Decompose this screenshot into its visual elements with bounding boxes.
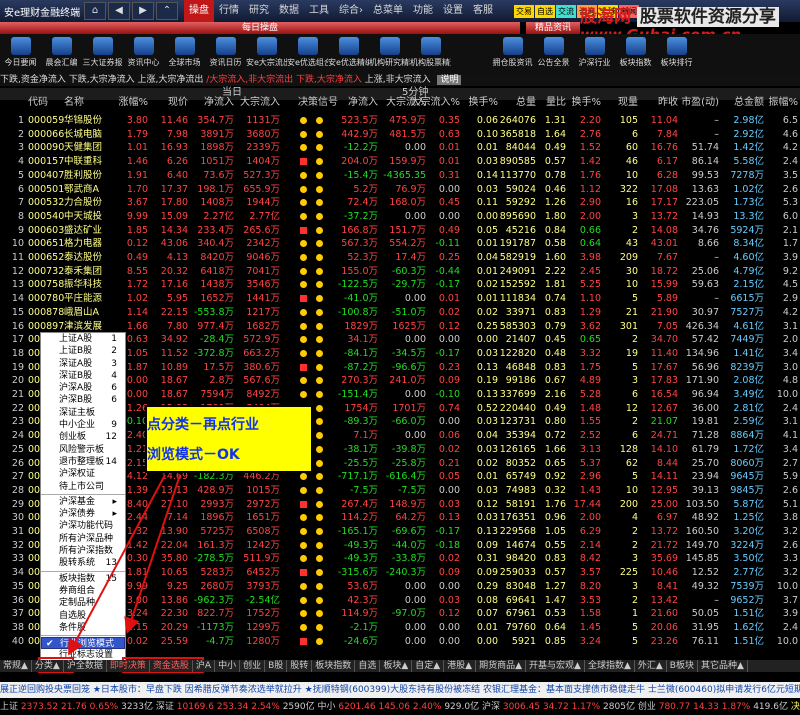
bottom-tab-2[interactable]: 沪全数据 [64, 660, 107, 672]
bottom-tab-0[interactable]: 常规▲ [0, 660, 32, 672]
bottom-tab-20[interactable]: 其它品种▲ [698, 660, 748, 672]
bottom-tab-14[interactable]: 港股▲ [444, 660, 477, 672]
bottom-tab-13[interactable]: 自定▲ [412, 660, 445, 672]
bottom-tab-17[interactable]: 全球指数▲ [585, 660, 635, 672]
bottom-tab-7[interactable]: 创业 [240, 660, 266, 672]
annotation-arrows [68, 474, 181, 656]
bottom-tab-11[interactable]: 自选 [355, 660, 381, 672]
bottom-tab-bar: 常规▲ 分类▲ 沪全数据 即时决策 资金选股 沪A 中小 创业 B股 股转 板块指数 自选 板块▲ 自定▲… [0, 660, 800, 672]
news-ticker[interactable]: 展正逆回购投央票回笼 ★日本股市：早盘下跌 因希腊反弹节奏浓选举就拉升 ★抚顺特… [0, 682, 800, 698]
bottom-tab-10[interactable]: 板块指数 [312, 660, 356, 672]
bottom-tab-4[interactable]: 资金选股 [150, 660, 193, 672]
bottom-tab-8[interactable]: B股 [265, 660, 288, 672]
bottom-tab-15[interactable]: 期货商品▲ [476, 660, 527, 672]
bottom-tab-6[interactable]: 中小 [215, 660, 241, 672]
bottom-tab-3[interactable]: 即时决策 [107, 660, 150, 672]
bottom-tab-12[interactable]: 板块▲ [380, 660, 413, 672]
bottom-tab-5[interactable]: 沪A [193, 660, 216, 672]
bottom-tab-18[interactable]: 外汇▲ [635, 660, 667, 672]
index-status-bar: 上证 2373.52 21.76 0.65% 3233亿 深证 10169.6 … [0, 699, 800, 715]
arrow-to-industry-mode [124, 474, 181, 634]
bottom-tab-1[interactable]: 分类▲ [32, 660, 64, 672]
bottom-tab-16[interactable]: 开基与宏观▲ [526, 660, 585, 672]
bottom-tab-19[interactable]: B板块 [667, 660, 698, 672]
bottom-tab-9[interactable]: 股转 [287, 660, 313, 672]
